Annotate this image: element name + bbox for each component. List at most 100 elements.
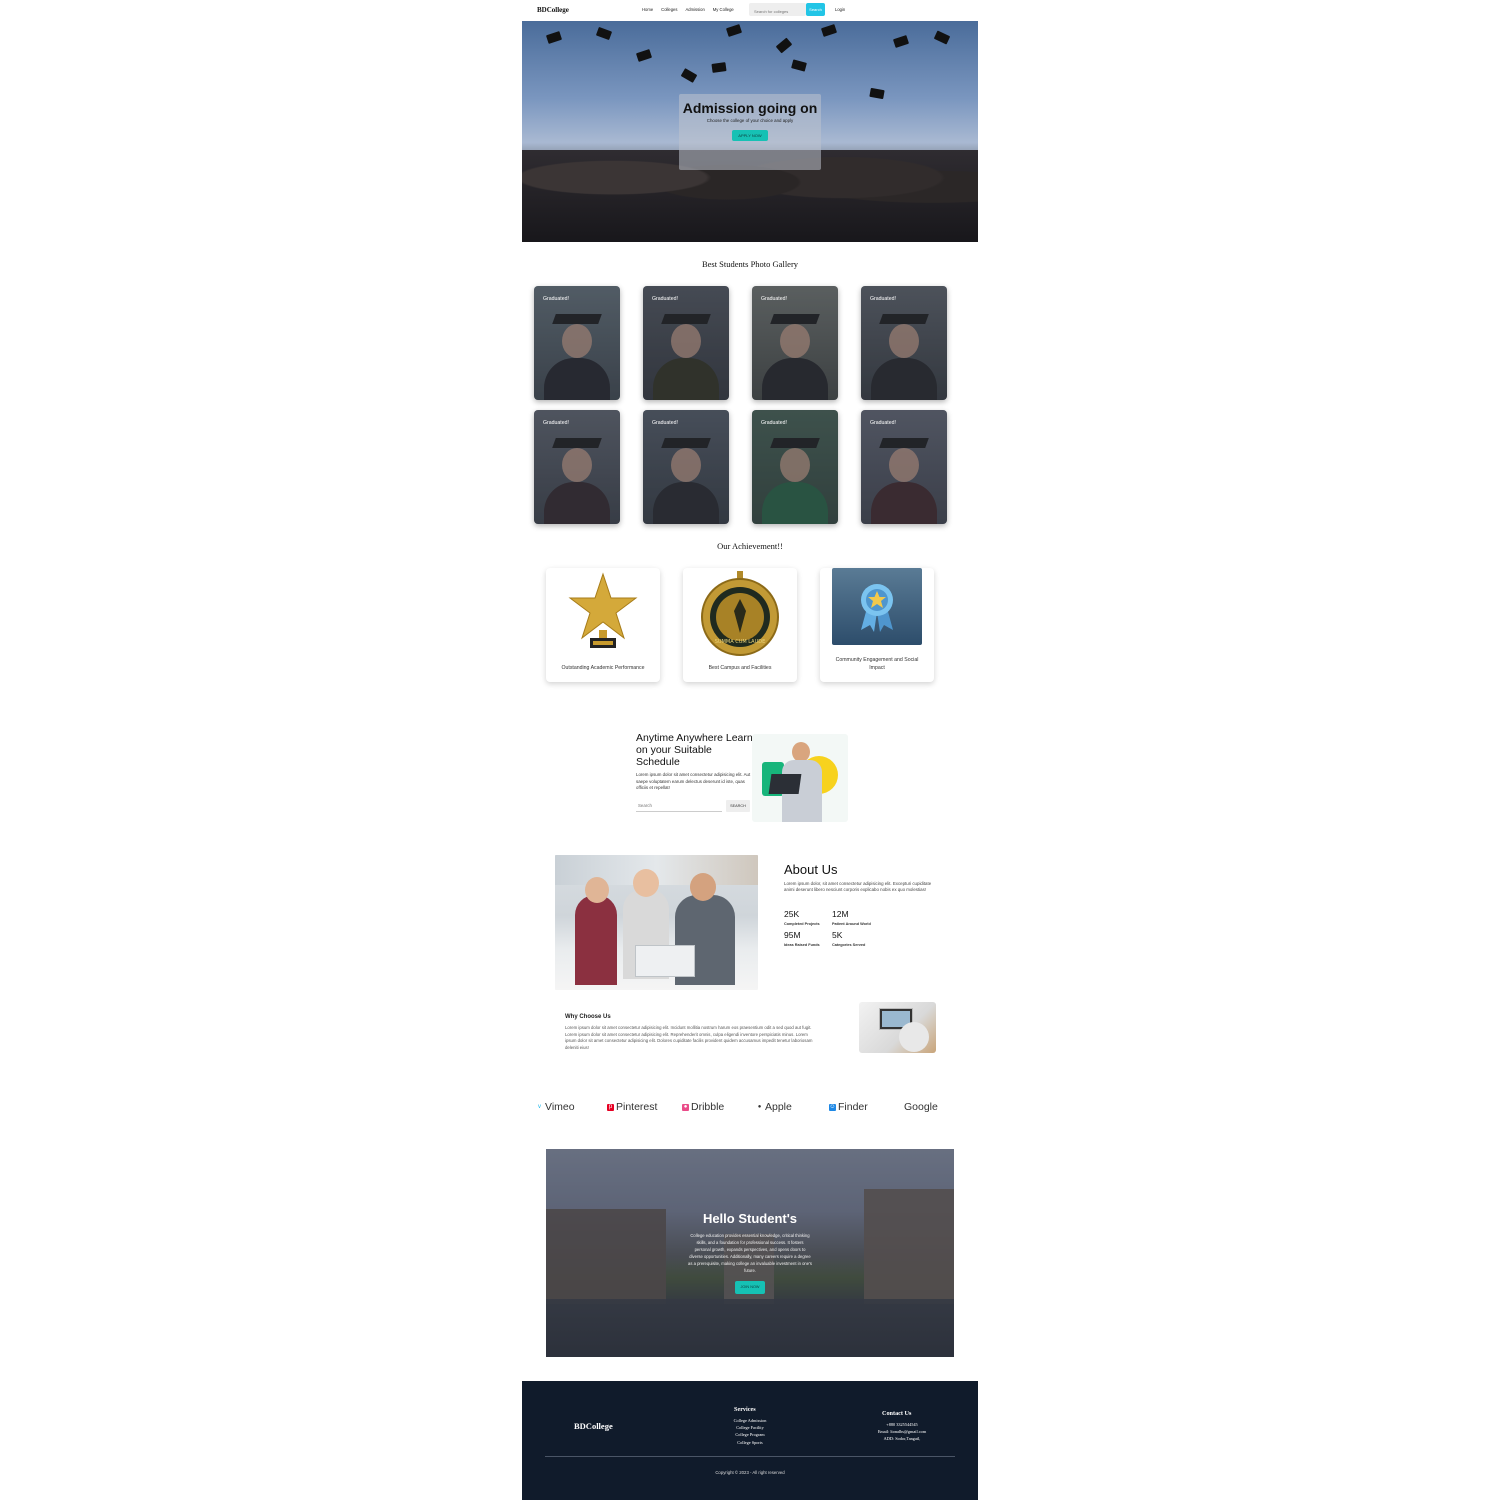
gallery-card-label: Graduated! — [543, 420, 569, 426]
hello-banner: Hello Student's College education provid… — [546, 1149, 954, 1357]
achievement-title: Our Achievement!! — [717, 541, 783, 551]
brand-dribble[interactable]: ● Dribble — [682, 1101, 724, 1113]
learn-search-input[interactable] — [636, 799, 722, 812]
nav-link-admission[interactable]: Admission — [685, 7, 704, 12]
footer-brand[interactable]: BDCollege — [574, 1421, 613, 1431]
finder-icon: ☺ — [829, 1103, 836, 1111]
stat-label: Ideas Raised Funds — [784, 943, 820, 947]
gallery-card-label: Graduated! — [652, 296, 678, 302]
gallery-card-label: Graduated! — [543, 296, 569, 302]
medal-inscription: SUMMA CUM LAUDE — [715, 639, 766, 645]
nav-link-home[interactable]: Home — [642, 7, 653, 12]
footer-service-link[interactable]: College Sports — [720, 1439, 780, 1446]
brand-name: Pinterest — [616, 1101, 658, 1113]
workspace-image — [859, 1002, 936, 1053]
stat-value: 95M — [784, 930, 801, 940]
brand-google[interactable]: Google — [904, 1101, 938, 1113]
pinterest-icon: p — [607, 1103, 614, 1111]
stat-label: Categories Served — [832, 943, 866, 947]
hello-title: Hello Student's — [702, 1211, 798, 1226]
footer-service-link[interactable]: College Facility — [720, 1424, 780, 1431]
gallery-card[interactable]: Graduated! — [752, 286, 838, 400]
apply-now-button[interactable]: APPLY NOW — [732, 130, 768, 141]
gallery-card-label: Graduated! — [761, 296, 787, 302]
brand-apple[interactable]: ● Apple — [756, 1101, 792, 1113]
brand-vimeo[interactable]: v Vimeo — [536, 1101, 575, 1113]
award-background — [832, 568, 922, 645]
achievement-card: SUMMA CUM LAUDE Best Campus and Faciliti… — [683, 568, 797, 682]
footer-divider — [545, 1456, 955, 1457]
brand-name: Apple — [765, 1101, 792, 1113]
why-choose-description: Lorem ipsum dolor sit amet consectetur a… — [565, 1025, 813, 1050]
graduation-cap-icon — [791, 59, 807, 72]
learn-title: Anytime Anywhere Learn on your Suitable … — [636, 732, 753, 768]
achievement-label: Outstanding Academic Performance — [561, 664, 645, 671]
navbar: BDCollege Home Colleges Admission My Col… — [522, 0, 978, 21]
brand-finder[interactable]: ☺ Finder — [829, 1101, 868, 1113]
student-laptop-illustration — [752, 734, 848, 822]
footer-phone: +880 3325544545 — [886, 1422, 918, 1427]
gold-star-trophy-icon — [568, 572, 638, 648]
achievement-card: Community Engagement and Social Impact — [820, 568, 934, 682]
gallery-title: Best Students Photo Gallery — [701, 259, 799, 269]
footer-email: Email: ltonalbs@gmail.com — [877, 1429, 927, 1435]
gallery-card-label: Graduated! — [870, 420, 896, 426]
brand-name: Vimeo — [545, 1101, 575, 1113]
brand-pinterest[interactable]: p Pinterest — [607, 1101, 657, 1113]
graduation-cap-icon — [869, 87, 885, 100]
footer-services-title: Services — [734, 1406, 756, 1413]
graduation-cap-icon — [680, 68, 698, 83]
gallery-card-label: Graduated! — [870, 296, 896, 302]
graduation-cap-icon — [892, 35, 910, 48]
stat-value: 25K — [784, 909, 800, 919]
footer-service-link[interactable]: College Admission — [720, 1417, 780, 1424]
page: BDCollege Home Colleges Admission My Col… — [522, 0, 978, 1500]
achievement-label: Community Engagement and Social Impact — [835, 657, 919, 671]
graduation-cap-icon — [711, 62, 727, 73]
nav-link-my-college[interactable]: My College — [713, 7, 734, 12]
hero-banner: Admission going on Choose the college of… — [522, 21, 978, 242]
brand-logo[interactable]: BDCollege — [537, 6, 569, 14]
stat-value: 12M — [832, 909, 849, 919]
hello-description: College education provides essential kno… — [688, 1233, 812, 1274]
footer-service-link[interactable]: College Program — [720, 1431, 780, 1438]
gallery-card[interactable]: Graduated! — [752, 410, 838, 524]
achievement-label: Best Campus and Facilities — [708, 664, 772, 671]
gallery-card[interactable]: Graduated! — [643, 286, 729, 400]
graduation-cap-icon — [595, 26, 613, 41]
stat-value: 5K — [832, 930, 843, 940]
college-search-input[interactable] — [749, 3, 806, 16]
footer-contact-list: +880 3325544545 Email: ltonalbs@gmail.co… — [857, 1421, 947, 1443]
gallery-card[interactable]: Graduated! — [643, 410, 729, 524]
graduation-cap-icon — [820, 24, 838, 37]
gallery-card[interactable]: Graduated! — [534, 286, 620, 400]
gallery-card[interactable]: Graduated! — [534, 410, 620, 524]
login-link[interactable]: Login — [835, 7, 845, 12]
stat-label: Patient Around World — [832, 922, 871, 926]
footer-copyright: Copyright © 2023 - All right reserved — [715, 1470, 785, 1475]
gallery-card-label: Graduated! — [761, 420, 787, 426]
award-ribbon-icon — [861, 584, 893, 632]
hero-title: Admission going on — [682, 100, 818, 116]
graduation-cap-icon — [775, 37, 793, 54]
footer-services-list: College Admission College Facility Colle… — [720, 1417, 780, 1446]
apple-icon: ● — [757, 1103, 762, 1110]
graduation-cap-icon — [545, 31, 563, 44]
gallery-card[interactable]: Graduated! — [861, 286, 947, 400]
search-button[interactable]: Search — [806, 3, 825, 16]
nav-link-colleges[interactable]: Colleges — [661, 7, 677, 12]
about-description: Lorem ipsum dolor, sit amet consectetur … — [784, 881, 932, 893]
laptop-icon — [768, 774, 802, 794]
gallery-card[interactable]: Graduated! — [861, 410, 947, 524]
brand-name: Finder — [838, 1101, 868, 1113]
footer-contact-title: Contact Us — [882, 1410, 912, 1417]
gold-medal-icon: SUMMA CUM LAUDE — [701, 571, 779, 656]
hero-card: Admission going on Choose the college of… — [679, 94, 821, 170]
footer: BDCollege Services College Admission Col… — [522, 1381, 978, 1500]
nav-links: Home Colleges Admission My College — [642, 7, 734, 12]
graduation-cap-icon — [635, 49, 653, 62]
join-now-button[interactable]: JOIN NOW — [735, 1281, 765, 1294]
graduation-cap-icon — [725, 24, 743, 37]
learn-search-button[interactable]: SEARCH — [726, 800, 750, 812]
achievement-card: Outstanding Academic Performance — [546, 568, 660, 682]
